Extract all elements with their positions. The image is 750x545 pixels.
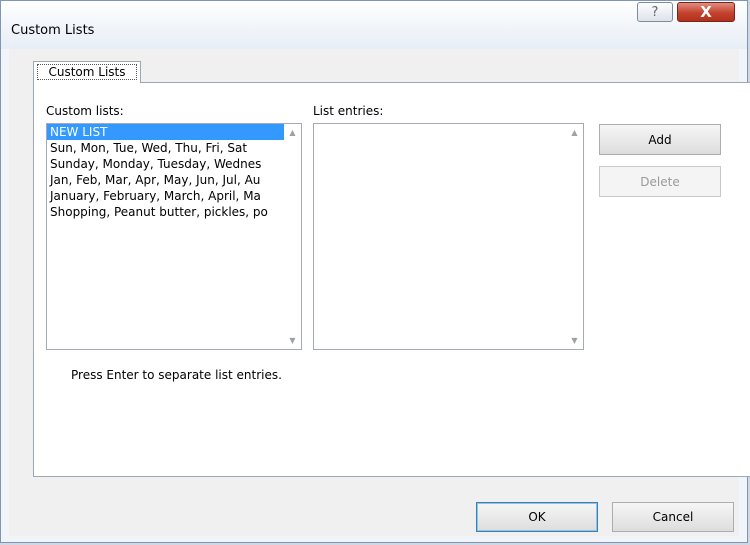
- ok-button[interactable]: OK: [476, 502, 598, 532]
- scroll-up-icon[interactable]: ▲: [284, 124, 301, 141]
- list-entries-value: [314, 124, 583, 128]
- hint-text: Press Enter to separate list entries.: [71, 368, 282, 382]
- list-entries-textbox[interactable]: ▲ ▼: [313, 123, 584, 350]
- custom-lists-scrollbar[interactable]: ▲ ▼: [284, 124, 301, 349]
- add-button[interactable]: Add: [599, 124, 721, 155]
- help-icon: ?: [651, 4, 659, 20]
- window-title: Custom Lists: [11, 23, 95, 38]
- tab-label: Custom Lists: [37, 64, 137, 80]
- scroll-down-icon[interactable]: ▼: [566, 332, 583, 349]
- delete-button[interactable]: Delete: [599, 166, 721, 197]
- custom-lists-dialog: Custom Lists ? X Custom Lists Custom lis…: [0, 0, 750, 543]
- list-entries-scrollbar[interactable]: ▲ ▼: [566, 124, 583, 349]
- scroll-up-icon[interactable]: ▲: [566, 124, 583, 141]
- list-item[interactable]: January, February, March, April, Ma: [47, 188, 301, 204]
- list-item[interactable]: Jan, Feb, Mar, Apr, May, Jun, Jul, Au: [47, 172, 301, 188]
- close-button[interactable]: X: [677, 2, 735, 22]
- list-item[interactable]: Sun, Mon, Tue, Wed, Thu, Fri, Sat: [47, 140, 301, 156]
- help-button[interactable]: ?: [637, 2, 673, 22]
- list-entries-label: List entries:: [313, 104, 384, 118]
- custom-lists-items: NEW LIST Sun, Mon, Tue, Wed, Thu, Fri, Sa…: [47, 124, 301, 220]
- list-item[interactable]: NEW LIST: [47, 124, 301, 140]
- add-button-label: Add: [648, 132, 672, 147]
- custom-lists-label: Custom lists:: [46, 104, 124, 118]
- tab-custom-lists[interactable]: Custom Lists: [33, 61, 141, 83]
- title-bar[interactable]: Custom Lists ? X: [1, 1, 747, 49]
- list-item[interactable]: Shopping, Peanut butter, pickles, po: [47, 204, 301, 220]
- custom-lists-listbox[interactable]: NEW LIST Sun, Mon, Tue, Wed, Thu, Fri, Sa…: [46, 123, 302, 350]
- delete-button-label: Delete: [640, 174, 680, 189]
- close-icon: X: [700, 3, 712, 21]
- tab-panel: Custom lists: NEW LIST Sun, Mon, Tue, Wed…: [33, 82, 750, 477]
- scroll-down-icon[interactable]: ▼: [284, 332, 301, 349]
- ok-button-label: OK: [528, 510, 546, 524]
- list-item[interactable]: Sunday, Monday, Tuesday, Wednes: [47, 156, 301, 172]
- cancel-button[interactable]: Cancel: [612, 502, 734, 532]
- cancel-button-label: Cancel: [652, 510, 694, 524]
- dialog-body: Custom Lists Custom lists: NEW LIST Sun, …: [9, 49, 750, 536]
